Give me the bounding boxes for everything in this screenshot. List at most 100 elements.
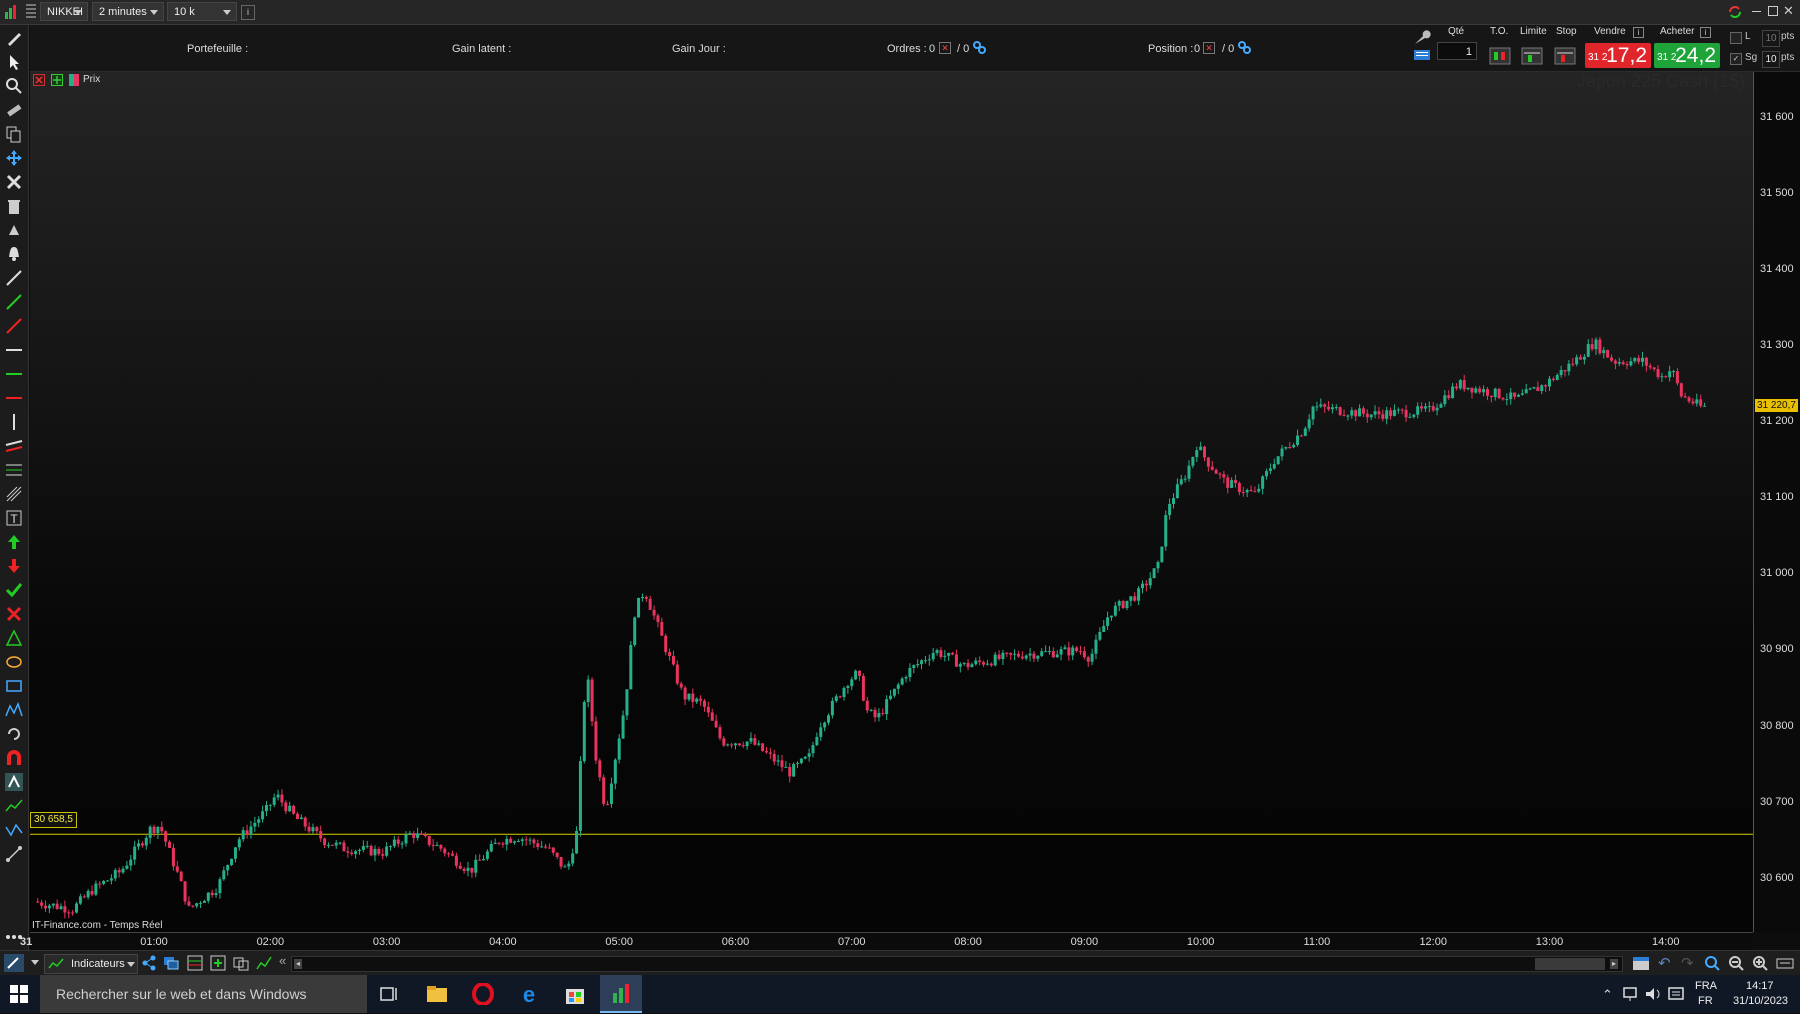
price-chart[interactable]: Prix Japon 225 Cash (1$) IT-Finance.com … [30,71,1753,932]
share-icon[interactable] [141,955,157,971]
timeframe-dropdown[interactable]: 2 minutes [92,2,164,21]
instrument-dropdown[interactable]: NIKKEI [40,2,88,21]
minimize-icon[interactable] [1752,11,1761,12]
zigzag-icon[interactable] [5,821,23,839]
network-icon[interactable] [1621,986,1639,1002]
grid-layout-icon[interactable] [187,955,203,971]
notifications-icon[interactable] [1667,986,1685,1002]
file-explorer-icon[interactable] [426,984,448,1004]
units-dropdown[interactable]: 10 k unités [167,2,237,37]
rectangle-icon[interactable] [5,677,23,695]
add-layout-icon[interactable] [210,955,226,971]
line-green-icon[interactable] [5,293,23,311]
price-axis[interactable]: 31 600 31 500 31 400 31 300 31 200 31 100 31 0… [1753,72,1800,932]
cancel-orders-icon[interactable]: ✕ [939,42,951,54]
keyboard-layout[interactable]: FR [1698,995,1713,1007]
buy-info-icon[interactable]: i [1700,27,1711,38]
pencil-icon[interactable] [5,29,23,47]
pitchfork-icon[interactable] [5,485,23,503]
pointer-icon[interactable] [5,53,23,71]
scrollbar-thumb[interactable] [1535,958,1605,970]
tools-icon[interactable] [5,173,23,191]
chart-add-icon[interactable] [51,74,63,86]
sell-info-icon[interactable]: i [1633,27,1644,38]
screens-icon[interactable] [163,955,179,971]
ellipse-icon[interactable] [5,653,23,671]
stop-pts-input[interactable]: 10 [1762,51,1780,68]
time-axis[interactable]: 31 01:00 02:00 03:00 04:00 05:00 06:00 07:00 08:… [20,932,1753,951]
windows-start-icon[interactable] [10,985,28,1003]
time-scrollbar[interactable]: ◂ ▸ [291,956,1623,972]
zoom-in-icon[interactable] [1752,955,1768,971]
orders-settings-icon[interactable] [972,40,986,54]
limit-pts-input[interactable]: 10 [1762,30,1780,47]
check-icon[interactable] [5,581,23,599]
stop-order-button[interactable] [1553,42,1577,66]
elliott-icon[interactable] [5,701,23,719]
copy-icon[interactable] [5,125,23,143]
close-icon[interactable]: ✕ [1783,4,1794,18]
zoom-out-icon[interactable] [1728,955,1744,971]
scroll-left-icon[interactable]: ◂ [294,959,302,969]
magnet-settings-icon[interactable] [5,773,23,791]
limit-order-button[interactable] [1520,42,1544,66]
zoom-icon[interactable] [5,77,23,95]
keyboard-mode-icon[interactable] [1776,955,1794,971]
restore-icon[interactable] [1768,6,1778,16]
scroll-right-icon[interactable]: ▸ [1610,959,1618,969]
bell-icon[interactable] [5,245,23,263]
keyboard-icon[interactable] [1413,47,1431,63]
clock-date[interactable]: 31/10/2023 [1733,995,1788,1007]
language-code[interactable]: FRA [1695,980,1717,992]
draw-mode-caret-icon[interactable] [31,960,39,965]
redo-icon[interactable]: ↷ [1681,954,1694,972]
market-order-button[interactable] [1488,42,1512,66]
segment-icon[interactable] [5,845,23,863]
buy-button[interactable]: 31 2 24,2 [1654,43,1720,68]
hline-icon[interactable] [5,341,23,359]
task-view-icon[interactable] [380,985,400,1003]
indicator-draw-icon[interactable] [5,797,23,815]
store-icon[interactable] [564,983,586,1005]
fibonacci-icon[interactable] [5,461,23,479]
cross-icon[interactable] [5,605,23,623]
hline-green-icon[interactable] [5,365,23,383]
opera-browser-icon[interactable] [472,982,494,1006]
alert-pen-icon[interactable] [5,221,23,239]
move-icon[interactable] [5,149,23,167]
calendar-icon[interactable] [1632,955,1650,971]
ruler-icon[interactable] [5,101,23,119]
chart-close-icon[interactable] [33,74,45,86]
triangle-icon[interactable] [5,629,23,647]
channel-icon[interactable] [5,437,23,455]
draw-mode-icon[interactable] [4,954,24,972]
chart-export-icon[interactable] [256,955,272,971]
sync-icon[interactable] [1727,4,1743,20]
undo-draw-icon[interactable] [5,725,23,743]
indicators-button[interactable]: Indicateurs [44,954,138,974]
grip-icon[interactable] [26,4,36,20]
arrow-up-icon[interactable] [5,533,23,551]
limit-checkbox[interactable] [1730,32,1742,44]
sell-button[interactable]: 31 2 17,2 [1585,43,1651,68]
zoom-fit-icon[interactable] [1704,955,1720,971]
arrow-down-icon[interactable] [5,557,23,575]
undo-icon[interactable]: ↶ [1658,954,1671,972]
stop-guarantee-checkbox[interactable]: ✓ [1730,53,1742,65]
collapse-icon[interactable]: « [279,953,286,968]
volume-icon[interactable] [1644,986,1662,1002]
clock-time[interactable]: 14:17 [1746,980,1774,992]
close-position-icon[interactable]: ✕ [1203,42,1215,54]
line-red-icon[interactable] [5,317,23,335]
wrench-icon[interactable] [1411,28,1431,48]
magnet-icon[interactable] [5,749,23,767]
info-icon[interactable]: i [241,5,255,20]
vline-icon[interactable] [5,413,23,431]
line-white-icon[interactable] [5,269,23,287]
text-icon[interactable]: T [5,509,23,527]
windows-icon[interactable] [233,955,249,971]
reference-line-label[interactable]: 30 658,5 [30,812,77,828]
position-settings-icon[interactable] [1237,40,1251,54]
taskbar-search-box[interactable]: Rechercher sur le web et dans Windows [40,975,367,1013]
trading-app-taskbar-button[interactable] [600,975,642,1013]
